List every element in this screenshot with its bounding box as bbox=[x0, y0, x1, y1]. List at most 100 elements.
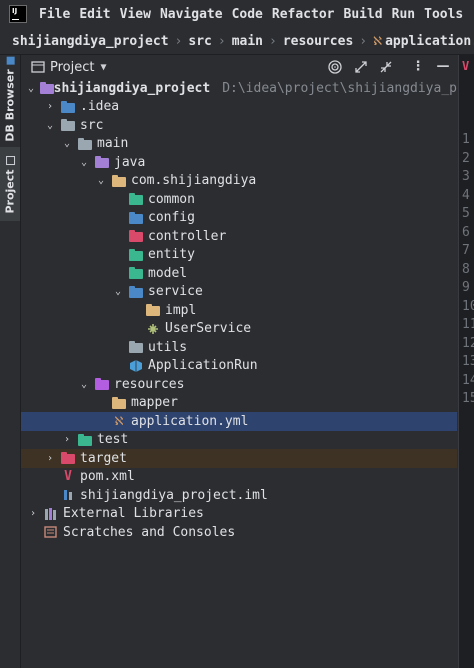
project-panel-title[interactable]: Project bbox=[50, 60, 94, 75]
breadcrumb-separator: › bbox=[269, 33, 277, 49]
options-menu-icon[interactable]: ⋮ bbox=[410, 59, 426, 75]
editor-tab-yaml-icon[interactable]: V bbox=[462, 59, 469, 73]
tree-row-controller[interactable]: controller bbox=[21, 227, 457, 246]
expand-all-icon[interactable] bbox=[353, 59, 369, 75]
line-number: 11 bbox=[462, 317, 474, 332]
tree-label-pom: pom.xml bbox=[80, 469, 135, 485]
menu-tools[interactable]: Tools bbox=[424, 7, 463, 22]
breadcrumb-src[interactable]: src bbox=[188, 34, 211, 49]
chevron-right-icon[interactable]: › bbox=[44, 101, 56, 113]
tree-row-idea[interactable]: › .idea bbox=[21, 98, 457, 117]
line-number: 10 bbox=[462, 298, 474, 314]
tree-label-impl: impl bbox=[165, 302, 197, 318]
tree-row-mapper[interactable]: mapper bbox=[21, 394, 457, 413]
tree-label-iml: shijiangdiya_project.iml bbox=[80, 487, 268, 503]
tree-row-iml[interactable]: shijiangdiya_project.iml bbox=[21, 486, 457, 505]
project-panel: Project ▼ ⋮ — ⌄ shijiangdiya_project D:\… bbox=[21, 55, 457, 668]
tree-row-main[interactable]: ⌄ main bbox=[21, 135, 457, 154]
menu-view[interactable]: View bbox=[120, 7, 151, 22]
menu-edit[interactable]: Edit bbox=[79, 7, 110, 22]
tree-label-mapper: mapper bbox=[131, 395, 178, 411]
select-opened-file-icon[interactable] bbox=[327, 59, 343, 75]
tree-row-config[interactable]: config bbox=[21, 209, 457, 228]
menu-code[interactable]: Code bbox=[232, 7, 263, 22]
tree-label-test: test bbox=[97, 432, 129, 448]
db-browser-tab[interactable]: DB Browser bbox=[0, 55, 20, 141]
folder-icon bbox=[111, 396, 127, 410]
tree-row-java[interactable]: ⌄ java bbox=[21, 153, 457, 172]
chevron-down-icon[interactable]: ⌄ bbox=[78, 378, 90, 390]
line-number: 12 bbox=[462, 335, 474, 351]
tree-label-package: com.shijiangdiya bbox=[131, 173, 257, 189]
project-tab[interactable]: Project bbox=[0, 147, 20, 221]
tree-label-idea: .idea bbox=[80, 99, 120, 115]
line-number: 15 bbox=[462, 391, 474, 406]
chevron-down-icon[interactable]: ⌄ bbox=[27, 82, 35, 94]
tree-label-entity: entity bbox=[148, 247, 195, 263]
chevron-down-icon[interactable]: ⌄ bbox=[78, 156, 90, 168]
project-tree: ⌄ shijiangdiya_project D:\idea\project\s… bbox=[21, 79, 457, 542]
chevron-down-icon[interactable]: ⌄ bbox=[61, 138, 73, 150]
folder-icon bbox=[60, 118, 76, 132]
tree-label-main: main bbox=[97, 136, 129, 152]
tree-row-external-libraries[interactable]: › External Libraries bbox=[21, 505, 457, 524]
chevron-right-icon[interactable]: › bbox=[61, 434, 73, 446]
package-folder-icon bbox=[128, 340, 144, 354]
tree-row-resources[interactable]: ⌄ resources bbox=[21, 375, 457, 394]
menu-bar: IJ File Edit View Navigate Code Refactor… bbox=[0, 0, 474, 28]
tree-row-pom[interactable]: V pom.xml bbox=[21, 468, 457, 487]
tree-row-common[interactable]: common bbox=[21, 190, 457, 209]
line-number: 9 bbox=[462, 280, 470, 295]
tree-label-target: target bbox=[80, 450, 127, 466]
menu-refactor[interactable]: Refactor bbox=[272, 7, 335, 22]
chevron-right-icon[interactable]: › bbox=[27, 508, 39, 520]
chevron-down-icon[interactable]: ▼ bbox=[100, 62, 106, 73]
tree-row-utils[interactable]: utils bbox=[21, 338, 457, 357]
tree-row-application-yml[interactable]: ℵ application.yml bbox=[21, 412, 457, 431]
tree-row-test[interactable]: › test bbox=[21, 431, 457, 450]
left-tool-strip: DB Browser Project bbox=[0, 55, 21, 668]
tree-label-service: service bbox=[148, 284, 203, 300]
tree-label-external-libraries: External Libraries bbox=[63, 506, 204, 522]
menu-navigate[interactable]: Navigate bbox=[160, 7, 223, 22]
interface-icon bbox=[145, 322, 161, 336]
hide-panel-icon[interactable]: — bbox=[435, 59, 451, 75]
tree-row-service[interactable]: ⌄ service bbox=[21, 283, 457, 302]
breadcrumb-project[interactable]: shijiangdiya_project bbox=[12, 34, 169, 49]
line-number: 1 bbox=[462, 132, 470, 147]
breadcrumb-resources[interactable]: resources bbox=[283, 34, 353, 49]
line-number: 14 bbox=[462, 372, 474, 388]
menu-run[interactable]: Run bbox=[392, 7, 415, 22]
tree-row-model[interactable]: model bbox=[21, 264, 457, 283]
tree-label-user-service: UserService bbox=[165, 321, 252, 337]
chevron-down-icon[interactable]: ⌄ bbox=[44, 119, 56, 131]
line-number: 3 bbox=[462, 169, 470, 184]
tree-row-package[interactable]: ⌄ com.shijiangdiya bbox=[21, 172, 457, 191]
collapse-all-icon[interactable] bbox=[378, 59, 394, 75]
folder-icon bbox=[77, 137, 93, 151]
project-view-icon bbox=[31, 61, 45, 73]
tree-root-path: D:\idea\project\shijiangdiya_p bbox=[222, 80, 457, 96]
tree-label-scratches: Scratches and Consoles bbox=[63, 524, 236, 540]
tree-row-scratches[interactable]: Scratches and Consoles bbox=[21, 523, 457, 542]
breadcrumb-main[interactable]: main bbox=[232, 34, 263, 49]
tree-label-application-run: ApplicationRun bbox=[148, 358, 258, 374]
tree-row-root[interactable]: ⌄ shijiangdiya_project D:\idea\project\s… bbox=[21, 79, 457, 98]
tree-row-application-run[interactable]: ApplicationRun bbox=[21, 357, 457, 376]
tree-row-entity[interactable]: entity bbox=[21, 246, 457, 265]
tree-row-impl[interactable]: impl bbox=[21, 301, 457, 320]
tree-row-src[interactable]: ⌄ src bbox=[21, 116, 457, 135]
test-folder-icon bbox=[77, 433, 93, 447]
chevron-right-icon[interactable]: › bbox=[44, 452, 56, 464]
chevron-down-icon[interactable]: ⌄ bbox=[112, 286, 124, 298]
menu-file[interactable]: File bbox=[39, 7, 70, 22]
menu-build[interactable]: Build bbox=[344, 7, 383, 22]
package-folder-icon bbox=[128, 248, 144, 262]
chevron-down-icon[interactable]: ⌄ bbox=[95, 175, 107, 187]
editor-gutter: V 1 2 3 4 5 6 7 8 9 10 11 12 13 14 15 bbox=[458, 55, 474, 668]
tree-row-target[interactable]: › target bbox=[21, 449, 457, 468]
tree-label-src: src bbox=[80, 117, 104, 133]
source-folder-icon bbox=[94, 155, 110, 169]
breadcrumb-application-yml[interactable]: application.yml bbox=[385, 34, 474, 49]
tree-row-user-service[interactable]: UserService bbox=[21, 320, 457, 339]
